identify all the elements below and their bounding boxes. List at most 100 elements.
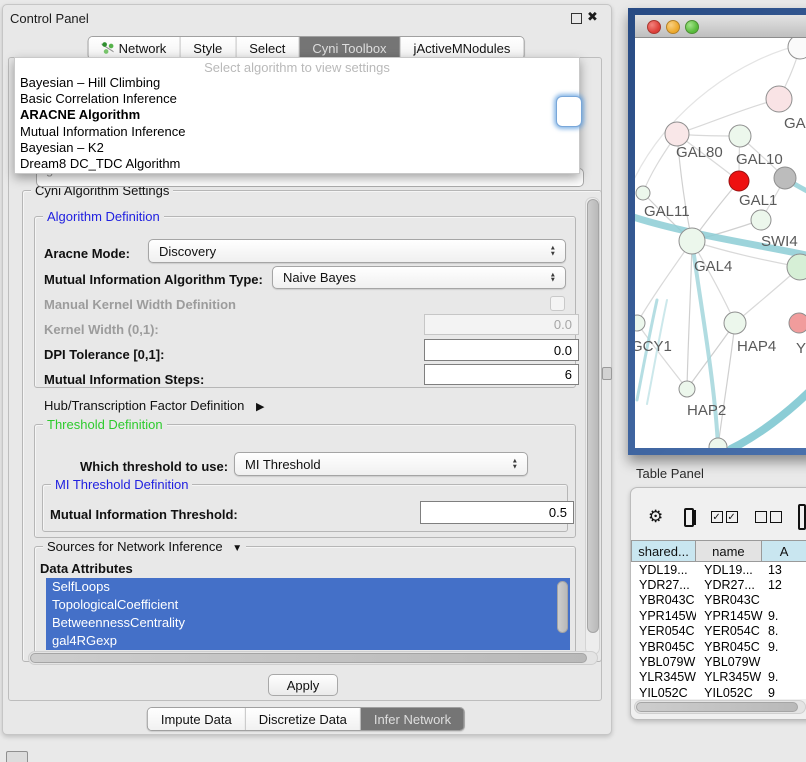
node-label-hap4: HAP4 [737, 338, 776, 355]
checked-pair-icon[interactable]: ✓ ✓ [711, 511, 738, 523]
minimized-panel-icon[interactable] [6, 751, 28, 762]
splitpane-grip[interactable] [602, 367, 612, 380]
sources-title[interactable]: Sources for Network Inference ▼ [43, 539, 246, 554]
threshold-definition-title: Threshold Definition [43, 417, 167, 432]
apply-button[interactable]: Apply [268, 674, 338, 696]
aracne-mode-combo[interactable]: Discovery ▲▼ [148, 239, 566, 263]
columns-icon[interactable] [684, 508, 693, 527]
settings-hscrollbar-thumb[interactable] [30, 653, 587, 663]
chevron-right-icon: ▶ [256, 401, 264, 413]
float-window-icon[interactable] [571, 13, 582, 24]
attribute-item-betweennesscentrality[interactable]: BetweennessCentrality [46, 614, 570, 632]
bottom-tab-bar: Impute Data Discretize Data Infer Network [147, 707, 465, 731]
attributes-scrollbar-thumb[interactable] [557, 581, 568, 633]
table-row[interactable]: YBR045CYBR045C9. [631, 639, 806, 654]
network-node[interactable] [788, 38, 806, 59]
settings-scrollbar-thumb[interactable] [587, 199, 599, 633]
tab-network[interactable]: Network [89, 37, 181, 59]
column-header-a[interactable]: A [761, 540, 806, 562]
algorithm-option-basic-correlation-inference[interactable]: Basic Correlation Inference [15, 91, 579, 107]
network-node-gal10[interactable] [729, 125, 751, 147]
network-node-hap4[interactable] [724, 312, 746, 334]
table-hscrollbar[interactable] [634, 700, 804, 712]
network-node[interactable] [729, 171, 749, 191]
checked-box-icon: ✓ [726, 511, 738, 523]
column-header-name[interactable]: name [695, 540, 761, 562]
table-cell: 13 [763, 563, 806, 577]
network-canvas[interactable]: GALGAL80GAL10GAL1GAL11GAL4SWI4HAP4YGCY1H… [635, 38, 806, 448]
table-row[interactable]: YLR345WYLR345W9. [631, 670, 806, 685]
network-icon [102, 42, 114, 54]
kernel-width-field[interactable]: 0.0 [424, 314, 579, 335]
network-node-gal4[interactable] [679, 228, 705, 254]
network-node-gal1[interactable] [751, 210, 771, 230]
which-threshold-value: MI Threshold [245, 457, 321, 472]
table-cell: YER054C [696, 624, 763, 638]
tab-discretize-data-label: Discretize Data [259, 712, 347, 727]
network-node-gcy1[interactable] [635, 315, 645, 331]
algorithm-option-bayesian-hill-climbing[interactable]: Bayesian – Hill Climbing [15, 75, 579, 91]
manual-kernel-checkbox[interactable] [550, 296, 565, 311]
table-cell: YPR145W [696, 609, 763, 623]
close-traffic-light-icon[interactable] [647, 20, 661, 34]
mi-threshold-field[interactable]: 0.5 [420, 501, 574, 524]
chevron-up-down-icon: ▲▼ [550, 246, 556, 257]
tab-style[interactable]: Style [180, 37, 236, 59]
tab-cyni-toolbox[interactable]: Cyni Toolbox [299, 37, 400, 59]
column-header-shared-[interactable]: shared... [631, 540, 695, 562]
table-body[interactable]: YDL19...YDL19...13YDR27...YDR27...12YBR0… [631, 562, 806, 699]
node-label-gal10: GAL10 [736, 151, 783, 168]
table-row[interactable]: YPR145WYPR145W9. [631, 608, 806, 623]
tab-infer-network[interactable]: Infer Network [361, 708, 464, 730]
network-window-titlebar[interactable] [635, 15, 806, 38]
unchecked-pair-icon[interactable] [755, 511, 782, 523]
kernel-width-label: Kernel Width (0,1): [44, 322, 159, 337]
unchecked-box-icon [770, 511, 782, 523]
dpi-tolerance-label: DPI Tolerance [0,1]: [44, 347, 164, 362]
network-node-y[interactable] [789, 313, 806, 333]
table-row[interactable]: YDL19...YDL19...13 [631, 562, 806, 577]
network-node-gal[interactable] [766, 86, 792, 112]
data-attributes-list[interactable]: SelfLoopsTopologicalCoefficientBetweenne… [46, 578, 570, 650]
hub-expander[interactable]: Hub/Transcription Factor Definition ▶ [44, 398, 264, 413]
mi-type-combo[interactable]: Naive Bayes ▲▼ [272, 266, 566, 289]
table-cell: 9. [763, 670, 806, 684]
which-threshold-combo[interactable]: MI Threshold ▲▼ [234, 452, 528, 476]
table-row[interactable]: YER054CYER054C8. [631, 624, 806, 639]
close-icon[interactable]: ✖ [587, 9, 598, 25]
table-row[interactable]: YBR043CYBR043C [631, 593, 806, 608]
table-cell: YDR27... [631, 578, 696, 592]
focused-combo-fragment[interactable] [556, 96, 582, 127]
zoom-traffic-light-icon[interactable] [685, 20, 699, 34]
network-node-gal11[interactable] [636, 186, 650, 200]
tab-discretize-data[interactable]: Discretize Data [246, 708, 361, 730]
table-row[interactable]: YIL052CYIL052C9 [631, 685, 806, 699]
dpi-tolerance-field[interactable]: 0.0 [424, 339, 579, 361]
network-node[interactable] [709, 438, 727, 448]
algorithm-definition-title: Algorithm Definition [43, 209, 164, 224]
minimize-traffic-light-icon[interactable] [666, 20, 680, 34]
algorithm-option-bayesian-k2[interactable]: Bayesian – K2 [15, 140, 579, 156]
tab-infer-network-label: Infer Network [374, 712, 451, 727]
algorithm-option-dream8-dc-tdc-algorithm[interactable]: Dream8 DC_TDC Algorithm [15, 156, 579, 172]
tab-select[interactable]: Select [236, 37, 299, 59]
table-row[interactable]: YDR27...YDR27...12 [631, 577, 806, 592]
tab-jactivemnodules[interactable]: jActiveMNodules [401, 37, 524, 59]
network-node[interactable] [774, 167, 796, 189]
attribute-item-gal4rgexp[interactable]: gal4RGexp [46, 632, 570, 650]
algorithm-option-mutual-information-inference[interactable]: Mutual Information Inference [15, 124, 579, 140]
gear-icon[interactable]: ⚙ [648, 507, 663, 527]
table-cell: YDR27... [696, 578, 763, 592]
algorithm-dropdown-popup: Select algorithm to view settings Bayesi… [14, 57, 580, 174]
mi-steps-field[interactable]: 6 [424, 364, 579, 385]
algorithm-option-aracne-algorithm[interactable]: ARACNE Algorithm [15, 107, 579, 123]
attribute-item-selfloops[interactable]: SelfLoops [46, 578, 570, 596]
network-node-hap2[interactable] [679, 381, 695, 397]
table-cell: YLR345W [631, 670, 696, 684]
tab-impute-data[interactable]: Impute Data [148, 708, 246, 730]
table-toolbar: ⚙ ✓ ✓ [640, 500, 806, 534]
table-row[interactable]: YBL079WYBL079W [631, 654, 806, 669]
attribute-item-topologicalcoefficient[interactable]: TopologicalCoefficient [46, 596, 570, 614]
document-icon[interactable] [798, 504, 806, 530]
network-node-gal80[interactable] [665, 122, 689, 146]
